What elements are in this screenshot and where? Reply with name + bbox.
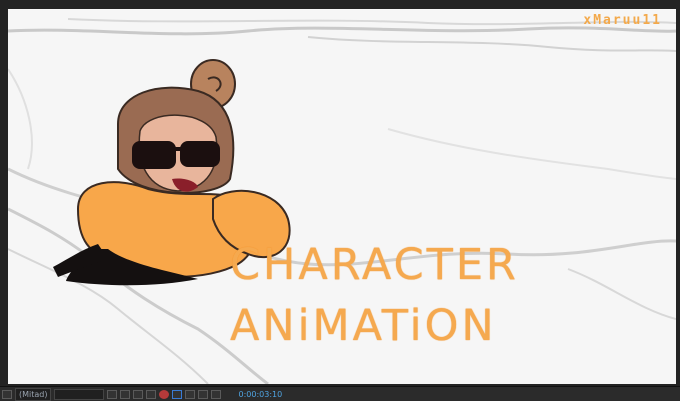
show-snapshot-icon[interactable]	[198, 389, 209, 399]
viewer-toolbar: (Mitad) 0:00:03:10	[0, 386, 680, 401]
composition-viewer: xMaruu11 CHARACTER ANiMATiON (Mitad) 0:0…	[0, 0, 680, 401]
zoom-dropdown[interactable]	[54, 388, 105, 400]
watermark-text: xMaruu11	[583, 13, 662, 28]
current-time-display[interactable]: 0:00:03:10	[238, 390, 282, 399]
title-line-2: ANiMATiON	[230, 301, 497, 351]
guides-icon[interactable]	[146, 389, 157, 399]
preview-icon[interactable]	[211, 389, 222, 399]
camera-snapshot-icon[interactable]	[185, 389, 196, 399]
region-of-interest-icon[interactable]	[107, 389, 118, 399]
transparency-grid-icon[interactable]	[120, 389, 131, 399]
resolution-dropdown[interactable]: (Mitad)	[15, 387, 52, 401]
magnification-icon[interactable]	[2, 389, 12, 399]
composition-canvas[interactable]: xMaruu11 CHARACTER ANiMATiON	[8, 9, 676, 384]
color-channel-icon[interactable]	[159, 389, 170, 399]
mask-view-icon[interactable]	[133, 389, 144, 399]
title-line-1: CHARACTER	[230, 240, 519, 290]
exposure-icon[interactable]	[172, 389, 183, 399]
